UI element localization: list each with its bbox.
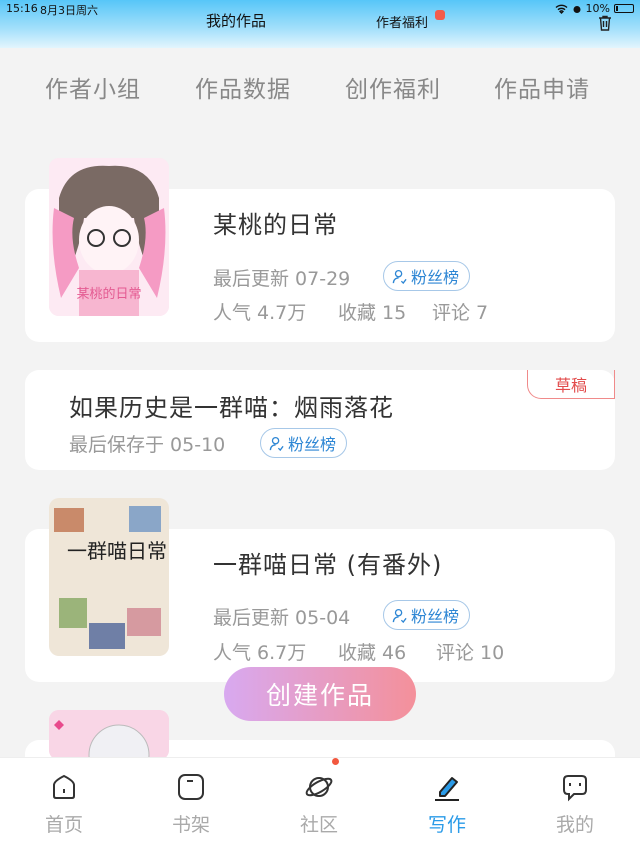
cover-illustration (49, 710, 169, 760)
favorites: 收藏 15 (338, 302, 407, 324)
battery-percent: 10% (585, 2, 610, 15)
battery-icon (614, 4, 634, 13)
work-cover[interactable] (49, 710, 169, 760)
cover-text: 一群喵日常 (67, 539, 167, 563)
popularity: 人气 4.7万 (213, 302, 307, 324)
tab-community[interactable]: 社区 (279, 772, 359, 837)
fans-icon (269, 436, 284, 451)
wifi-icon (555, 4, 568, 14)
community-notification-dot (332, 758, 339, 765)
fans-ranking-button[interactable]: 粉丝榜 (383, 261, 471, 291)
trash-icon[interactable] (598, 15, 612, 31)
fans-label: 粉丝榜 (411, 268, 460, 287)
last-saved: 最后保存于 05-10 (69, 434, 226, 456)
tab-label: 首页 (44, 814, 83, 836)
tab-home[interactable]: 首页 (24, 772, 104, 837)
work-title[interactable]: 一群喵日常 (有番外) (213, 545, 442, 580)
chat-icon (563, 775, 587, 802)
page-title: 我的作品 (206, 12, 267, 30)
last-updated: 最后更新 05-04 (213, 607, 351, 629)
comments: 评论 10 (436, 642, 505, 664)
create-work-button[interactable]: 创建作品 (224, 667, 416, 721)
header: 15:16 8月3日周六 10% 我的作品 作者福利 (0, 0, 640, 48)
fans-label: 粉丝榜 (288, 435, 337, 454)
planet-icon (305, 777, 333, 797)
tab-label: 书架 (171, 814, 210, 836)
author-benefit-link[interactable]: 作者福利 (376, 12, 428, 31)
cover-illustration: 一群喵日常 (49, 498, 169, 656)
notification-badge (435, 10, 445, 20)
pen-icon (435, 777, 459, 801)
work-cover[interactable]: 某桃的日常 (49, 158, 169, 316)
nav-creation-benefit[interactable]: 创作福利 (345, 70, 441, 104)
nav-work-application[interactable]: 作品申请 (494, 70, 590, 104)
cover-illustration: 某桃的日常 (49, 158, 169, 316)
tab-mine[interactable]: 我的 (535, 772, 615, 837)
last-updated: 最后更新 07-29 (213, 268, 351, 290)
status-date: 8月3日周六 (40, 4, 98, 17)
fans-ranking-button[interactable]: 粉丝榜 (383, 600, 471, 630)
tab-label: 写作 (427, 814, 466, 836)
fans-icon (392, 269, 407, 284)
tab-writing[interactable]: 写作 (407, 772, 487, 837)
status-indicators: 10% (555, 2, 634, 15)
draft-tag: 草稿 (527, 370, 615, 399)
tab-bar: 首页 书架 社区 写作 我的 (0, 757, 640, 853)
tab-label: 我的 (555, 814, 594, 836)
work-title[interactable]: 某桃的日常 (213, 205, 338, 240)
tab-label: 社区 (299, 814, 338, 836)
top-nav: 作者小组 作品数据 创作福利 作品申请 (0, 58, 640, 114)
fans-icon (392, 608, 407, 623)
favorites: 收藏 46 (338, 642, 407, 664)
fans-label: 粉丝榜 (411, 607, 460, 626)
comments: 评论 7 (432, 302, 489, 324)
nav-work-data[interactable]: 作品数据 (195, 70, 291, 104)
work-title[interactable]: 如果历史是一群喵：烟雨落花 (69, 388, 394, 423)
status-time: 15:16 (6, 2, 38, 15)
popularity: 人气 6.7万 (213, 642, 307, 664)
work-cover[interactable]: 一群喵日常 (49, 498, 169, 656)
tab-bookshelf[interactable]: 书架 (151, 772, 231, 837)
bookshelf-icon (178, 774, 204, 800)
cover-text: 某桃的日常 (76, 286, 141, 302)
fans-ranking-button[interactable]: 粉丝榜 (260, 428, 348, 458)
alarm-icon (573, 5, 581, 13)
nav-author-group[interactable]: 作者小组 (45, 70, 141, 104)
home-icon (53, 774, 75, 799)
